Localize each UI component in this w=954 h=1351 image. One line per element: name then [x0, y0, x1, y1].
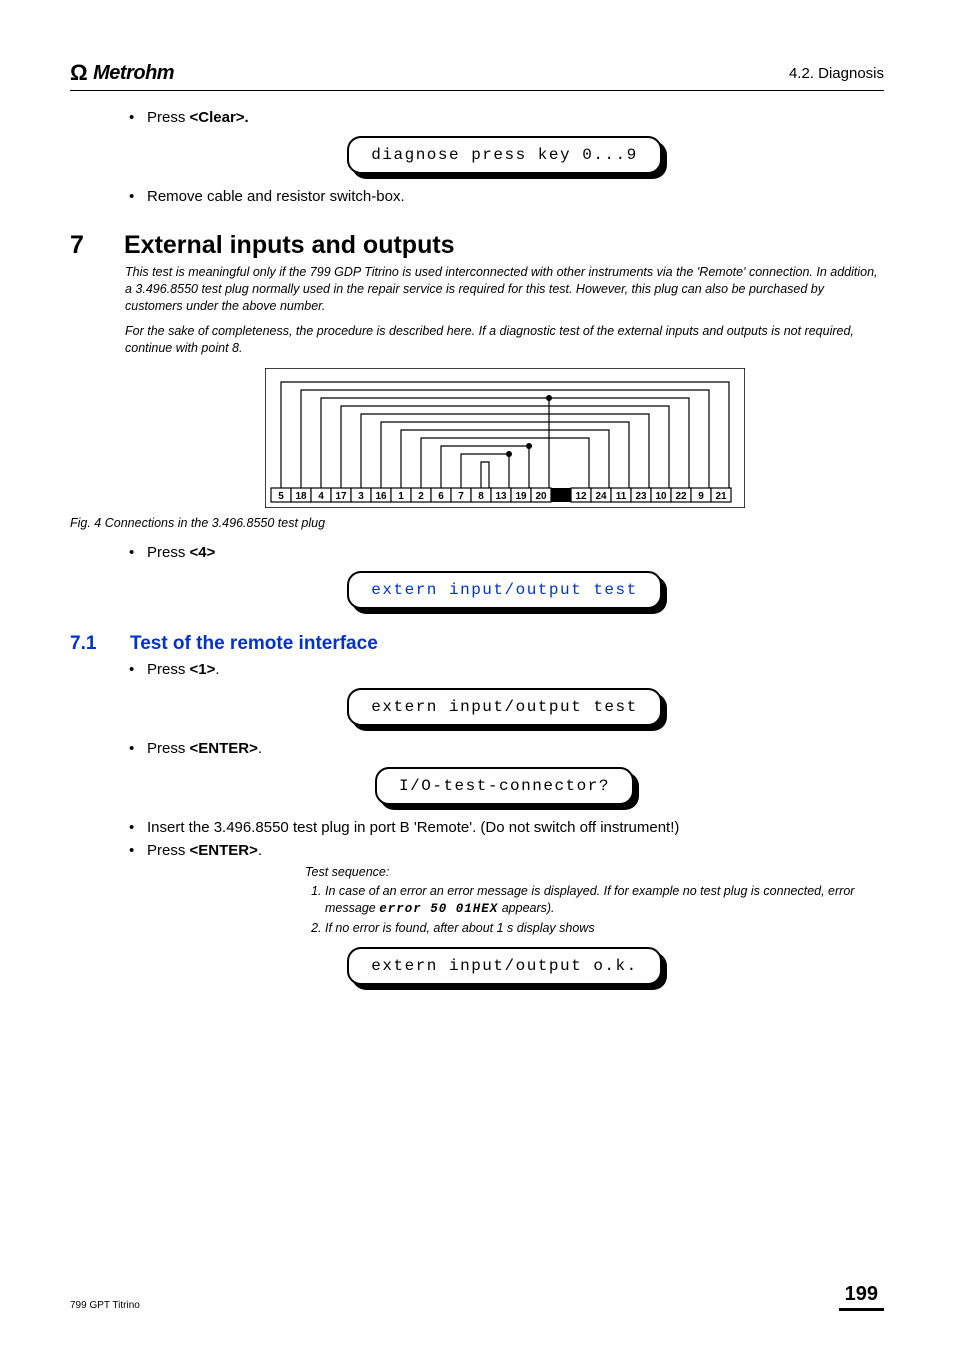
svg-text:3: 3 [358, 491, 364, 502]
test-sequence-block: Test sequence: In case of an error an er… [305, 865, 884, 937]
bullet-remove-cable: Remove cable and resistor switch-box. [125, 188, 884, 205]
test-seq-item-1: In case of an error an error message is … [325, 883, 884, 918]
display-diagnose: diagnose press key 0...9 [347, 136, 661, 174]
svg-text:11: 11 [615, 491, 626, 502]
key-4: <4> [190, 544, 216, 561]
key-1: <1> [190, 661, 216, 678]
svg-text:4: 4 [318, 491, 324, 502]
subsection-number: 7.1 [70, 633, 114, 655]
section7-note1: This test is meaningful only if the 799 … [125, 264, 884, 315]
svg-text:16: 16 [375, 491, 387, 502]
display-extern-test: extern input/output test [347, 688, 661, 726]
svg-text:8: 8 [478, 491, 484, 502]
omega-icon: Ω [70, 60, 87, 86]
page-header: Ω Metrohm 4.2. Diagnosis [70, 60, 884, 91]
brand-name: Metrohm [93, 62, 174, 85]
key-enter-2: <ENTER> [190, 842, 258, 859]
svg-text:7: 7 [458, 491, 464, 502]
bullet-press-enter-2: Press <ENTER>. [125, 842, 884, 859]
section7-note2: For the sake of completeness, the proced… [125, 323, 884, 357]
key-enter: <ENTER> [190, 740, 258, 757]
error-code: error 50 01HEX [379, 902, 498, 916]
svg-text:24: 24 [595, 491, 607, 502]
bullet-press-enter-1: Press <ENTER>. [125, 740, 884, 757]
footer-doc-name: 799 GPT Titrino [70, 1300, 140, 1311]
svg-text:19: 19 [515, 491, 527, 502]
test-seq-item-2: If no error is found, after about 1 s di… [325, 920, 884, 937]
display-extern-ok: extern input/output o.k. [347, 947, 661, 985]
svg-text:13: 13 [495, 491, 507, 502]
key-clear: <Clear>. [190, 109, 249, 126]
bullet-insert-plug: Insert the 3.496.8550 test plug in port … [125, 819, 884, 836]
svg-text:5: 5 [278, 491, 284, 502]
subsection-title: Test of the remote interface [130, 633, 378, 655]
bullet-press-4: Press <4> [125, 544, 884, 561]
section-7-1-heading: 7.1 Test of the remote interface [70, 633, 884, 655]
section-title: External inputs and outputs [124, 231, 455, 260]
page-footer: 799 GPT Titrino 199 [70, 1283, 884, 1311]
svg-text:6: 6 [438, 491, 444, 502]
svg-text:9: 9 [698, 491, 704, 502]
bullet-press-clear: Press <Clear>. [125, 109, 884, 126]
display-io-connector: I/O-test-connector? [375, 767, 634, 805]
svg-text:23: 23 [635, 491, 647, 502]
section-number: 7 [70, 231, 102, 260]
header-section-label: 4.2. Diagnosis [789, 65, 884, 82]
svg-text:20: 20 [535, 491, 547, 502]
svg-text:22: 22 [675, 491, 687, 502]
test-plug-diagram: 51841731612678131920122411231022921 [125, 368, 884, 508]
svg-text:18: 18 [295, 491, 307, 502]
svg-text:1: 1 [398, 491, 404, 502]
svg-text:2: 2 [418, 491, 424, 502]
svg-text:10: 10 [655, 491, 667, 502]
test-sequence-title: Test sequence: [305, 865, 884, 879]
bullet-press-1: Press <1>. [125, 661, 884, 678]
brand-logo: Ω Metrohm [70, 60, 174, 86]
section-7-heading: 7 External inputs and outputs [70, 231, 884, 260]
display-extern-test-blue: extern input/output test [347, 571, 661, 609]
figure-4-caption: Fig. 4 Connections in the 3.496.8550 tes… [70, 516, 884, 530]
svg-text:17: 17 [335, 491, 347, 502]
svg-text:21: 21 [715, 491, 727, 502]
svg-text:12: 12 [575, 491, 587, 502]
page-number: 199 [839, 1283, 884, 1311]
